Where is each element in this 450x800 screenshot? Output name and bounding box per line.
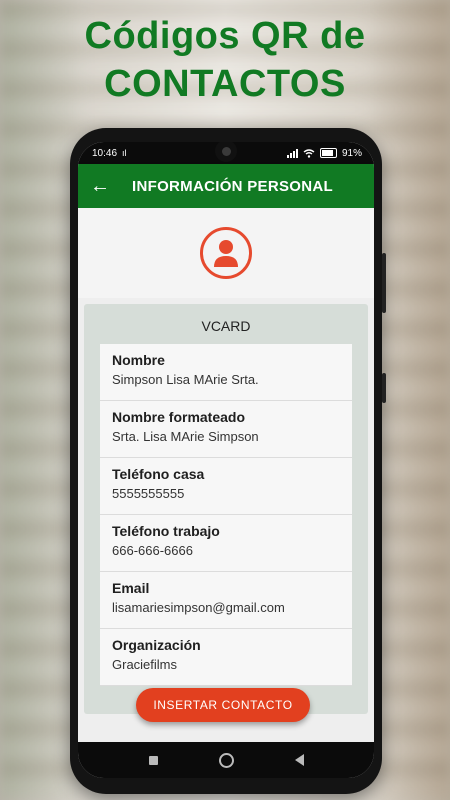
battery-percent: 91% (341, 147, 362, 159)
field-nombre: Nombre Simpson Lisa MArie Srta. (100, 344, 352, 401)
field-value: Graciefilms (112, 657, 178, 672)
field-label: Nombre formateado (112, 409, 246, 425)
field-value: Srta. Lisa MArie Simpson (112, 429, 259, 444)
status-time: 10:46 (92, 147, 118, 159)
phone-frame: 10:46 ıl 91% ← INFORMACIÓN PERSONAL VCAR… (70, 128, 386, 794)
insert-contact-button[interactable]: INSERTAR CONTACTO (136, 688, 310, 722)
vcard-card: VCARD Nombre Simpson Lisa MArie Srta. No… (84, 304, 368, 714)
vcard-field-list: Nombre Simpson Lisa MArie Srta. Nombre f… (100, 344, 352, 686)
android-nav-bar (78, 742, 374, 778)
phone-screen: 10:46 ıl 91% ← INFORMACIÓN PERSONAL VCAR… (78, 142, 374, 778)
field-label: Nombre (112, 352, 165, 368)
vcard-title: VCARD (201, 318, 251, 334)
field-label: Teléfono trabajo (112, 523, 220, 539)
recents-icon[interactable] (148, 755, 158, 765)
field-value: 666-666-6666 (112, 543, 193, 558)
avatar-area (78, 208, 374, 298)
field-email: Email lisamariesimpson@gmail.com (100, 572, 352, 629)
field-organizacion: Organización Graciefilms (100, 629, 352, 686)
person-icon (200, 227, 252, 279)
back-arrow-icon[interactable]: ← (90, 176, 114, 196)
field-label: Organización (112, 637, 201, 653)
app-bar: ← INFORMACIÓN PERSONAL (78, 164, 374, 208)
volume-button (382, 253, 386, 313)
promo-title: Códigos QR de CONTACTOS (0, 12, 450, 108)
field-nombre-formateado: Nombre formateado Srta. Lisa MArie Simps… (100, 401, 352, 458)
signal-icon (286, 148, 298, 158)
field-label: Email (112, 580, 150, 596)
battery-icon (319, 148, 337, 158)
notification-icon: ıl (122, 148, 127, 158)
field-telefono-trabajo: Teléfono trabajo 666-666-6666 (100, 515, 352, 572)
field-value: Simpson Lisa MArie Srta. (112, 372, 259, 387)
wifi-icon (303, 148, 315, 158)
promo-title-line-2: CONTACTOS (104, 63, 346, 105)
field-value: 5555555555 (112, 486, 185, 501)
promo-title-line-1: Códigos QR de (84, 15, 366, 57)
power-button (382, 373, 386, 403)
home-icon[interactable] (218, 752, 234, 768)
nav-back-icon[interactable] (294, 754, 304, 766)
app-bar-title: INFORMACIÓN PERSONAL (132, 177, 333, 195)
field-value: lisamariesimpson@gmail.com (112, 600, 285, 615)
field-telefono-casa: Teléfono casa 5555555555 (100, 458, 352, 515)
field-label: Teléfono casa (112, 466, 205, 482)
